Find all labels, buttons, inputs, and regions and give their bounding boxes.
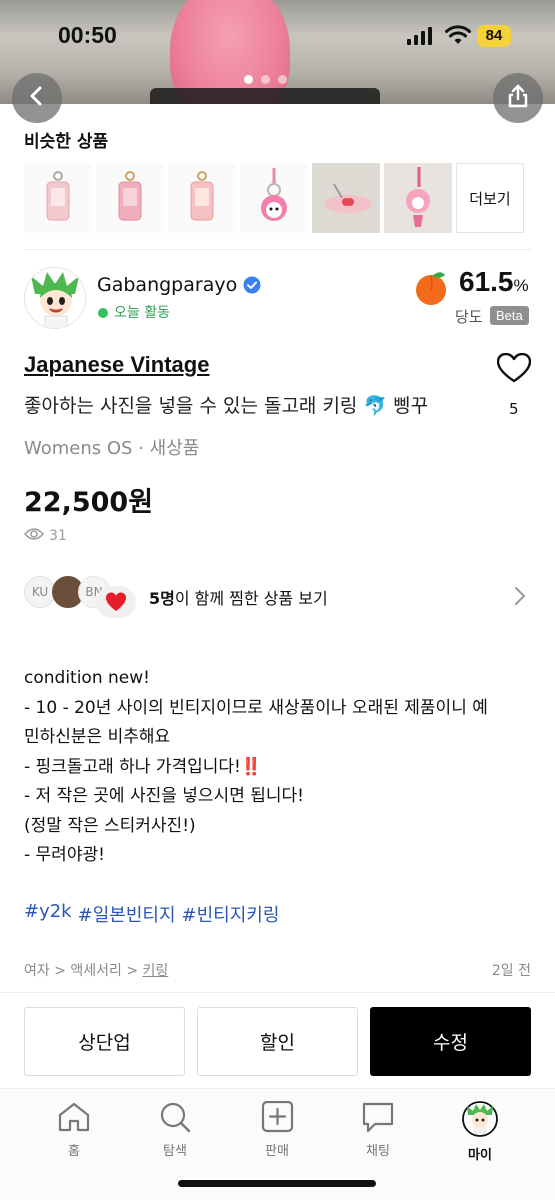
similar-products-list: 더보기 bbox=[24, 163, 524, 233]
tag-link[interactable]: #일본빈티지 bbox=[78, 901, 176, 927]
similar-product-thumb[interactable] bbox=[312, 163, 380, 233]
chevron-left-icon bbox=[26, 85, 48, 111]
nav-chat[interactable]: 채팅 bbox=[343, 1101, 413, 1159]
tag-list: #y2k #일본빈티지 #빈티지키링 bbox=[24, 901, 279, 927]
my-avatar-icon bbox=[460, 1101, 500, 1141]
status-bar: 00:50 84 bbox=[0, 0, 555, 74]
share-icon bbox=[507, 84, 529, 112]
photo-text-overlay bbox=[150, 88, 380, 104]
seller-name[interactable]: Gabangparayo bbox=[97, 274, 237, 296]
chat-icon bbox=[361, 1102, 395, 1137]
description-line: - 저 작은 곳에 사진을 넣으시면 됩니다! bbox=[24, 786, 304, 806]
description-line: (정말 작은 스티커사진!) bbox=[24, 815, 196, 836]
activity-status-dot bbox=[98, 308, 108, 318]
description-line: - 무려야광! bbox=[24, 845, 105, 865]
peach-icon bbox=[412, 270, 450, 310]
pagination-dot bbox=[278, 75, 287, 84]
score-label: 당도 bbox=[455, 308, 483, 326]
home-indicator[interactable] bbox=[178, 1180, 376, 1187]
more-similar-button[interactable]: 더보기 bbox=[456, 163, 524, 233]
pagination-dot bbox=[244, 75, 253, 84]
nav-label: 탐색 bbox=[163, 1144, 187, 1159]
description-text: - 핑크돌고래 하나 가격입니다! bbox=[24, 756, 241, 777]
nav-label: 홈 bbox=[68, 1144, 80, 1159]
similar-product-thumb[interactable] bbox=[240, 163, 308, 233]
nav-my[interactable]: 마이 bbox=[445, 1101, 515, 1163]
score-unit: % bbox=[513, 276, 529, 295]
signal-icon bbox=[407, 27, 435, 49]
nav-search[interactable]: 탐색 bbox=[140, 1101, 210, 1159]
nav-home[interactable]: 홈 bbox=[39, 1101, 109, 1159]
edit-button[interactable]: 수정 bbox=[370, 1007, 531, 1076]
wishlist-heart-icon[interactable] bbox=[496, 352, 532, 387]
nav-label: 판매 bbox=[265, 1144, 289, 1159]
chevron-right-icon bbox=[514, 586, 526, 610]
score-value: 61.5 bbox=[459, 266, 514, 297]
product-title: 좋아하는 사진을 넣을 수 있는 돌고래 키링 🐬 삥꾸 bbox=[24, 395, 429, 417]
description-line: 민하신분은 비추해요 bbox=[24, 727, 171, 747]
image-pagination bbox=[244, 75, 287, 84]
brand-link[interactable]: Japanese Vintage bbox=[24, 352, 209, 378]
eye-icon bbox=[23, 527, 45, 545]
red-heart-icon bbox=[96, 586, 136, 618]
similar-product-thumb[interactable] bbox=[168, 163, 236, 233]
view-count: 31 bbox=[23, 527, 67, 545]
description-line: condition new! bbox=[24, 668, 150, 688]
plus-square-icon bbox=[260, 1100, 294, 1137]
divider bbox=[24, 249, 531, 250]
discount-button[interactable]: 할인 bbox=[197, 1007, 358, 1076]
similar-product-thumb[interactable] bbox=[96, 163, 164, 233]
breadcrumb-link[interactable]: 키링 bbox=[143, 963, 169, 979]
nav-label: 마이 bbox=[468, 1148, 492, 1163]
battery-indicator: 84 bbox=[477, 25, 511, 47]
seller-activity: 오늘 활동 bbox=[114, 305, 170, 321]
product-description: condition new! - 10 - 20년 사이의 빈티지이므로 새상품… bbox=[24, 664, 534, 871]
beta-badge: Beta bbox=[490, 306, 529, 325]
seller-avatar[interactable] bbox=[24, 267, 86, 329]
wishers-label: 이 함께 찜한 상품 보기 bbox=[174, 589, 328, 608]
similar-product-thumb[interactable] bbox=[384, 163, 452, 233]
action-bar: 상단업 할인 수정 bbox=[0, 992, 555, 1086]
back-button[interactable] bbox=[12, 73, 62, 123]
nav-sell[interactable]: 판매 bbox=[242, 1100, 312, 1159]
share-button[interactable] bbox=[493, 73, 543, 123]
tag-link[interactable]: #y2k bbox=[24, 901, 72, 927]
seller-score: 61.5% bbox=[459, 266, 529, 298]
like-count: 5 bbox=[509, 400, 519, 418]
wifi-icon bbox=[445, 25, 471, 49]
description-line: - 10 - 20년 사이의 빈티지이므로 새상품이나 오래된 제품이니 예 bbox=[24, 697, 488, 718]
wishers-count: 5명 bbox=[149, 589, 175, 608]
category-breadcrumb: 여자 > 액세서리 > 키링 bbox=[24, 960, 168, 980]
pagination-dot bbox=[261, 75, 270, 84]
breadcrumb-path: 여자 > 액세서리 > bbox=[24, 963, 143, 979]
similar-product-thumb[interactable] bbox=[24, 163, 92, 233]
product-category: Womens OS · 새상품 bbox=[24, 438, 200, 459]
tag-link[interactable]: #빈티지키링 bbox=[182, 901, 280, 927]
home-icon bbox=[57, 1102, 91, 1137]
bump-button[interactable]: 상단업 bbox=[24, 1007, 185, 1076]
double-exclamation-icon: ‼️ bbox=[240, 756, 263, 777]
similar-products-title: 비슷한 상품 bbox=[24, 132, 109, 152]
description-line: - 핑크돌고래 하나 가격입니다!‼️ bbox=[24, 753, 534, 783]
product-price: 22,500원 bbox=[24, 487, 154, 518]
nav-label: 채팅 bbox=[366, 1144, 390, 1159]
wishers-text: 5명이 함께 찜한 상품 보기 bbox=[149, 585, 328, 609]
posted-time: 2일 전 bbox=[491, 963, 531, 979]
view-count-value: 31 bbox=[49, 528, 67, 544]
wishers-row[interactable]: KU BN 5명이 함께 찜한 상품 보기 bbox=[24, 574, 531, 618]
search-icon bbox=[158, 1102, 192, 1137]
verified-badge-icon bbox=[243, 276, 261, 298]
status-time: 00:50 bbox=[58, 22, 117, 48]
